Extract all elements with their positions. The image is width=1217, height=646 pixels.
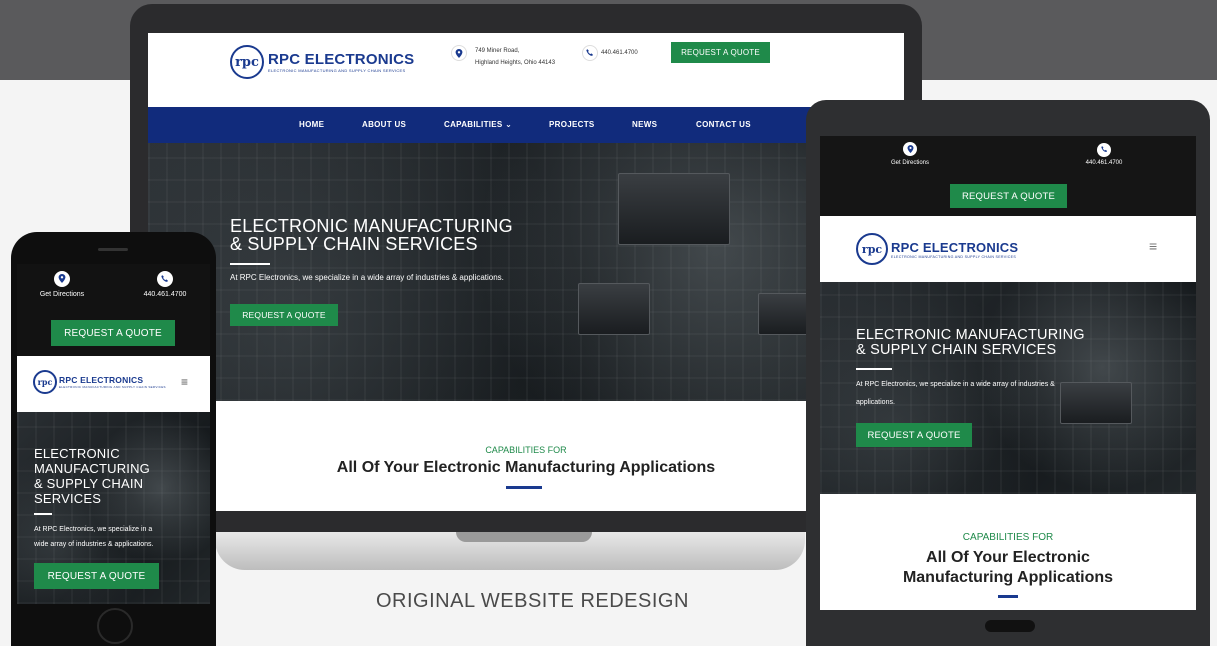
phone-number: 440.461.4700 (1085, 160, 1123, 166)
phone-icon (582, 45, 598, 61)
address-line1: 749 Miner Road, (475, 48, 520, 54)
hero-chip-graphic (618, 173, 730, 245)
logo-mark: rpc (856, 233, 888, 265)
phone-call[interactable]: 440.461.4700 (133, 270, 197, 298)
tablet-directions[interactable]: Get Directions (880, 140, 940, 166)
nav-item-capabilities[interactable]: CAPABILITIES ⌄ (444, 120, 512, 129)
logo-name: RPC ELECTRONICS (268, 51, 415, 68)
tablet-hero: ELECTRONIC MANUFACTURING & SUPPLY CHAIN … (820, 282, 1196, 494)
logo-mark: rpc (33, 370, 57, 394)
nav-item-contact[interactable]: CONTACT US (696, 120, 751, 129)
capabilities-title-line2: Manufacturing Applications (902, 569, 1114, 586)
directions-label: Get Directions (39, 291, 85, 298)
request-quote-button[interactable]: REQUEST A QUOTE (51, 320, 175, 346)
logo-tagline: ELECTRONIC MANUFACTURING AND SUPPLY CHAI… (268, 68, 406, 73)
site-logo[interactable]: rpc RPC ELECTRONICS ELECTRONIC MANUFACTU… (856, 233, 1018, 265)
laptop-screen: rpc RPC ELECTRONICS ELECTRONIC MANUFACTU… (148, 33, 904, 511)
directions-label: Get Directions (890, 160, 929, 166)
phone-home-button[interactable] (97, 608, 133, 644)
address-block[interactable]: 749 Miner Road, Highland Heights, Ohio 4… (451, 45, 555, 69)
phone-topbar: Get Directions 440.461.4700 REQUEST A QU… (17, 264, 210, 356)
hero-request-quote-button[interactable]: REQUEST A QUOTE (34, 563, 159, 589)
hero-chip-graphic (1060, 382, 1132, 424)
location-pin-icon (451, 45, 467, 61)
hamburger-menu-icon[interactable]: ≡ (181, 375, 188, 389)
hero-divider (34, 513, 52, 515)
caption: ORIGINAL WEBSITE REDESIGN (376, 590, 689, 612)
hero-title-line1: ELECTRONIC MANUFACTURING (230, 216, 513, 236)
tablet-home-button[interactable] (985, 620, 1035, 632)
tablet-capabilities: CAPABILITIES FOR All Of Your Electronic … (820, 494, 1196, 610)
hero-chip-graphic (578, 283, 650, 335)
hero-section: ELECTRONIC MANUFACTURING & SUPPLY CHAIN … (148, 143, 904, 401)
tablet-call[interactable]: 440.461.4700 (1074, 140, 1134, 166)
tablet-site-header: rpc RPC ELECTRONICS ELECTRONIC MANUFACTU… (820, 216, 1196, 282)
tablet-hero-text-line1: At RPC Electronics, we specialize in a w… (856, 381, 1055, 388)
location-pin-icon (54, 270, 70, 287)
logo-name: RPC ELECTRONICS (59, 375, 144, 385)
capabilities-label: CAPABILITIES FOR (962, 532, 1054, 543)
site-logo[interactable]: rpc RPC ELECTRONICS ELECTRONIC MANUFACTU… (33, 370, 166, 394)
nav-item-home[interactable]: HOME (299, 120, 324, 129)
hero-divider (856, 368, 892, 370)
capabilities-underline (506, 486, 542, 489)
capabilities-section: CAPABILITIES FOR All Of Your Electronic … (148, 401, 904, 511)
site-logo[interactable]: rpc RPC ELECTRONICS ELECTRONIC MANUFACTU… (230, 45, 414, 79)
phone-hero-line4: SERVICES (34, 491, 102, 506)
phone-speaker (98, 248, 128, 251)
phone-hero-line1: ELECTRONIC (34, 446, 120, 461)
logo-name: RPC ELECTRONICS (891, 239, 1019, 255)
capabilities-title-line1: All Of Your Electronic (926, 549, 1090, 566)
phone-site-header: rpc RPC ELECTRONICS ELECTRONIC MANUFACTU… (17, 356, 210, 412)
hero-request-quote-button[interactable]: REQUEST A QUOTE (856, 423, 972, 447)
location-pin-icon (903, 142, 917, 156)
phone-number: 440.461.4700 (143, 291, 187, 298)
logo-mark: rpc (230, 45, 264, 79)
tablet-topbar: Get Directions 440.461.4700 REQUEST A QU… (820, 136, 1196, 216)
nav-item-about[interactable]: ABOUT US (362, 120, 406, 129)
phone-screen: Get Directions 440.461.4700 REQUEST A QU… (17, 264, 210, 604)
capabilities-underline (998, 595, 1018, 598)
tablet-screen: Get Directions 440.461.4700 REQUEST A QU… (820, 136, 1196, 610)
header-phone[interactable]: 440.461.4700 (582, 45, 638, 61)
hero-title-line2: & SUPPLY CHAIN SERVICES (230, 234, 478, 254)
logo-tagline: ELECTRONIC MANUFACTURING AND SUPPLY CHAI… (59, 385, 166, 389)
address-line2: Highland Heights, Ohio 44143 (475, 60, 556, 66)
tablet-hero-line1: ELECTRONIC MANUFACTURING (856, 327, 1085, 343)
request-quote-button[interactable]: REQUEST A QUOTE (671, 42, 770, 63)
logo-tagline: ELECTRONIC MANUFACTURING AND SUPPLY CHAI… (891, 254, 1017, 259)
phone-icon (157, 271, 173, 287)
nav-item-news[interactable]: NEWS (632, 120, 657, 129)
capabilities-label: CAPABILITIES FOR (485, 445, 567, 455)
capabilities-title: All Of Your Electronic Manufacturing App… (336, 459, 716, 476)
request-quote-button[interactable]: REQUEST A QUOTE (950, 184, 1067, 208)
phone-hero: ELECTRONIC MANUFACTURING & SUPPLY CHAIN … (17, 412, 210, 604)
laptop-site-header: rpc RPC ELECTRONICS ELECTRONIC MANUFACTU… (148, 33, 904, 107)
laptop-notch (456, 532, 592, 542)
header-phone-number: 440.461.4700 (601, 50, 638, 56)
phone-hero-line3: & SUPPLY CHAIN (34, 476, 144, 491)
main-nav: HOME ABOUT US CAPABILITIES ⌄ PROJECTS NE… (148, 107, 904, 143)
phone-hero-text-line1: At RPC Electronics, we specialize in a (34, 526, 153, 533)
tablet-hero-line2: & SUPPLY CHAIN SERVICES (856, 341, 1057, 358)
hero-divider (230, 263, 270, 265)
nav-item-projects[interactable]: PROJECTS (549, 120, 595, 129)
phone-icon (1097, 142, 1111, 157)
phone-directions[interactable]: Get Directions (31, 270, 93, 298)
hero-request-quote-button[interactable]: REQUEST A QUOTE (230, 304, 338, 326)
phone-hero-text-line2: wide array of industries & applications. (34, 541, 154, 548)
hero-text: At RPC Electronics, we specialize in a w… (230, 273, 504, 282)
tablet-hero-text-line2: applications. (856, 399, 895, 406)
phone-hero-line2: MANUFACTURING (34, 461, 150, 476)
hamburger-menu-icon[interactable]: ≡ (1149, 238, 1157, 254)
